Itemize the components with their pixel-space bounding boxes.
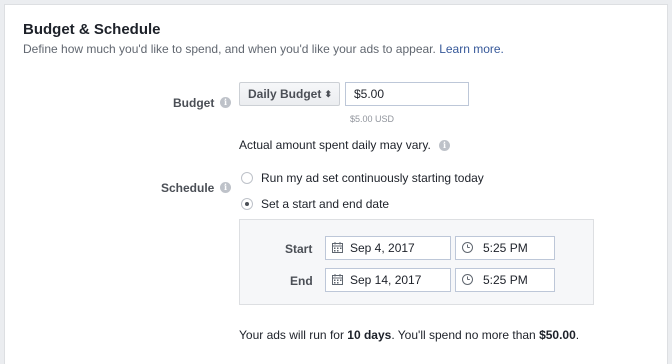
calendar-icon xyxy=(332,242,343,253)
info-icon[interactable]: i xyxy=(220,97,231,108)
end-time-field[interactable]: 5:25 PM xyxy=(455,268,555,292)
clock-icon xyxy=(462,242,473,253)
start-time-value: 5:25 PM xyxy=(483,241,528,255)
start-date-value: Sep 4, 2017 xyxy=(350,241,415,255)
summary-middle: . You'll spend no more than xyxy=(391,328,540,342)
summary-prefix: Your ads will run for xyxy=(239,328,348,342)
radio-button-selected[interactable] xyxy=(241,198,253,210)
budget-type-select[interactable]: Daily Budget ⬍ xyxy=(239,82,340,106)
start-label: Start xyxy=(285,242,313,256)
end-date-field[interactable]: Sep 14, 2017 xyxy=(325,268,451,292)
schedule-option-label: Set a start and end date xyxy=(261,197,390,211)
daily-spend-note: Actual amount spent daily may vary. xyxy=(239,138,431,152)
end-date-value: Sep 14, 2017 xyxy=(350,273,422,287)
summary-amount: $50.00 xyxy=(539,328,576,342)
daily-spend-note-text: Actual amount spent daily may vary. xyxy=(239,138,431,152)
section-title: Budget & Schedule xyxy=(23,21,161,38)
summary-days: 10 days xyxy=(347,328,392,342)
radio-button[interactable] xyxy=(241,172,253,184)
start-date-field[interactable]: Sep 4, 2017 xyxy=(325,236,451,260)
summary-suffix: . xyxy=(575,328,580,342)
learn-more-link[interactable]: Learn more. xyxy=(439,42,504,56)
budget-usd-value: $5.00 USD xyxy=(350,114,395,124)
start-time-field[interactable]: 5:25 PM xyxy=(455,236,555,260)
calendar-icon xyxy=(332,274,343,285)
end-time-value: 5:25 PM xyxy=(483,273,528,287)
budget-amount-input[interactable]: $5.00 xyxy=(345,82,469,106)
budget-type-value: Daily Budget xyxy=(248,87,322,101)
date-range-box: Start Sep 4, 2017 5:25 PM End Sep 14, 20… xyxy=(239,219,594,305)
schedule-option-label: Run my ad set continuously starting toda… xyxy=(261,171,484,185)
info-icon[interactable]: i xyxy=(220,182,231,193)
end-label: End xyxy=(290,274,313,288)
schedule-summary: Your ads will run for 10 days. You'll sp… xyxy=(239,328,579,342)
section-subtitle: Define how much you'd like to spend, and… xyxy=(23,42,504,56)
clock-icon xyxy=(462,274,473,285)
info-icon[interactable]: i xyxy=(439,140,450,151)
budget-label: Budget xyxy=(173,96,215,110)
up-down-arrows-icon: ⬍ xyxy=(324,89,332,99)
section-subtitle-text: Define how much you'd like to spend, and… xyxy=(23,42,436,56)
schedule-label: Schedule xyxy=(161,181,215,195)
